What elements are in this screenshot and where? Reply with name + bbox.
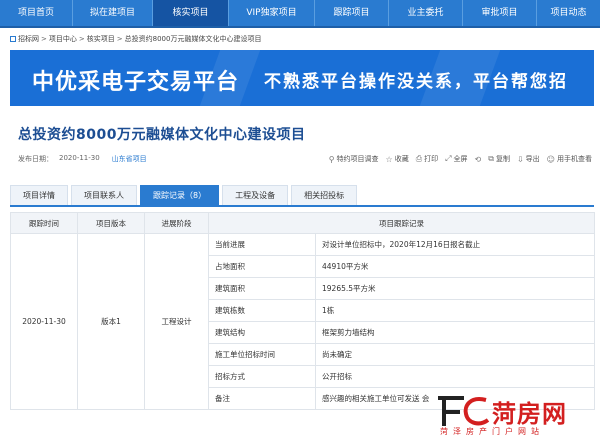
publish-date: 2020-11-30 bbox=[59, 154, 100, 162]
share-icon: ⟲ bbox=[474, 154, 482, 164]
nav-item-tracking[interactable]: 跟踪项目 bbox=[315, 0, 389, 26]
search-icon: ⚲ bbox=[328, 154, 335, 164]
tab-contacts[interactable]: 项目联系人 bbox=[71, 185, 137, 205]
tab-equipment[interactable]: 工程及设备 bbox=[222, 185, 289, 205]
record-label: 建筑结构 bbox=[208, 321, 316, 344]
record-value: 框架剪力墙结构 bbox=[315, 321, 595, 344]
tab-details[interactable]: 项目详情 bbox=[10, 185, 68, 205]
print-button[interactable]: ⎙ 打印 bbox=[416, 154, 438, 164]
fullscreen-button[interactable]: ⤢ 全屏 bbox=[445, 154, 467, 164]
nav-item-planned[interactable]: 拟在建项目 bbox=[73, 0, 153, 26]
breadcrumb-item-center[interactable]: 项目中心 bbox=[49, 34, 77, 44]
record-value: 19265.5平方米 bbox=[315, 277, 595, 300]
export-icon: ⇩ bbox=[516, 154, 524, 164]
cell-time: 2020-11-30 bbox=[10, 233, 78, 410]
watermark-brand: 菏房网 bbox=[492, 400, 567, 428]
detail-tabs: 项目详情 项目联系人 跟踪记录（8） 工程及设备 相关招投标 bbox=[10, 185, 594, 207]
record-value: 公开招标 bbox=[315, 365, 595, 388]
record-label: 占地面积 bbox=[208, 255, 316, 278]
breadcrumb-separator: > bbox=[41, 35, 47, 43]
nav-item-approval[interactable]: 审批项目 bbox=[463, 0, 537, 26]
nav-item-vip[interactable]: VIP独家项目 bbox=[229, 0, 315, 26]
breadcrumb: 招标网 > 项目中心 > 核实项目 > 总投资约8000万元融媒体文化中心建设项… bbox=[10, 33, 261, 45]
tab-tracking[interactable]: 跟踪记录（8） bbox=[140, 185, 220, 205]
favorite-button[interactable]: ☆ 收藏 bbox=[386, 154, 409, 164]
publish-date-label: 发布日期： bbox=[18, 155, 53, 163]
cell-stage: 工程设计 bbox=[144, 233, 209, 410]
record-value: 44910平方米 bbox=[315, 255, 595, 278]
page-title: 总投资约8000万元融媒体文化中心建设项目 bbox=[18, 127, 306, 143]
copy-button[interactable]: ⧉ 复制 bbox=[488, 154, 510, 164]
table-row: 2020-11-30 版本1 工程设计 当前进展 对设计单位招标中，2020年1… bbox=[10, 233, 595, 410]
table-header-row: 跟踪时间 项目版本 进展阶段 项目跟踪记录 bbox=[10, 212, 595, 234]
promo-banner[interactable]: 中优采电子交易平台 不熟悉平台操作没关系，平台帮您招 bbox=[10, 50, 594, 106]
header-time: 跟踪时间 bbox=[10, 212, 78, 234]
tracking-table: 跟踪时间 项目版本 进展阶段 项目跟踪记录 2020-11-30 版本1 工程设… bbox=[10, 212, 595, 410]
breadcrumb-separator: > bbox=[116, 35, 123, 43]
record-label: 施工单位招标时间 bbox=[208, 343, 316, 366]
print-icon: ⎙ bbox=[415, 154, 423, 163]
record-value: 对设计单位招标中，2020年12月16日报名截止 bbox=[315, 233, 595, 256]
record-value: 尚未确定 bbox=[315, 343, 595, 366]
site-watermark: 菏房网 菏泽房产门户网站 bbox=[434, 392, 596, 440]
watermark-tagline: 菏泽房产门户网站 bbox=[440, 427, 544, 436]
breadcrumb-item-current: 总投资约8000万元融媒体文化中心建设项目 bbox=[124, 35, 262, 43]
export-button[interactable]: ⇩ 导出 bbox=[517, 154, 540, 164]
record-label: 招标方式 bbox=[208, 365, 316, 388]
breadcrumb-item-verified[interactable]: 核实项目 bbox=[87, 34, 115, 44]
action-toolbar: ⚲ 特约项目调查 ☆ 收藏 ⎙ 打印 ⤢ 全屏 ⟲ ⧉ 复制 ⇩ 导出 ☺ 用手机查看 bbox=[329, 154, 592, 164]
region-link[interactable]: 山东省项目 bbox=[112, 154, 147, 164]
home-icon bbox=[10, 36, 16, 42]
copy-icon: ⧉ bbox=[488, 154, 494, 163]
banner-title: 中优采电子交易平台 bbox=[32, 70, 240, 95]
mobile-view-button[interactable]: ☺ 用手机查看 bbox=[547, 154, 592, 164]
record-label: 当前进展 bbox=[208, 233, 316, 256]
star-icon: ☆ bbox=[385, 154, 393, 164]
cell-version: 版本1 bbox=[77, 233, 145, 410]
user-icon: ☺ bbox=[546, 154, 555, 164]
header-version: 项目版本 bbox=[77, 212, 145, 234]
breadcrumb-separator: > bbox=[78, 35, 85, 43]
nav-item-verified[interactable]: 核实项目 bbox=[153, 0, 229, 26]
header-stage: 进展阶段 bbox=[144, 212, 209, 234]
nav-item-news[interactable]: 项目动态 bbox=[537, 0, 600, 26]
publish-meta: 发布日期： 2020-11-30 山东省项目 bbox=[18, 154, 147, 164]
record-label: 建筑栋数 bbox=[208, 299, 316, 322]
nav-item-owner[interactable]: 业主委托 bbox=[389, 0, 463, 26]
record-value: 1栋 bbox=[315, 299, 595, 322]
tab-bids[interactable]: 相关招投标 bbox=[291, 185, 358, 205]
top-nav: 项目首页 拟在建项目 核实项目 VIP独家项目 跟踪项目 业主委托 审批项目 项… bbox=[0, 0, 600, 28]
banner-slogan: 不熟悉平台操作没关系，平台帮您招 bbox=[264, 72, 568, 92]
record-label: 备注 bbox=[208, 387, 316, 410]
nav-item-home[interactable]: 项目首页 bbox=[0, 0, 73, 26]
header-records: 项目跟踪记录 bbox=[208, 212, 595, 234]
fullscreen-icon: ⤢ bbox=[445, 154, 452, 163]
survey-button[interactable]: ⚲ 特约项目调查 bbox=[329, 154, 379, 164]
breadcrumb-item-site[interactable]: 招标网 bbox=[18, 34, 39, 44]
share-button[interactable]: ⟲ bbox=[475, 154, 482, 164]
record-label: 建筑面积 bbox=[208, 277, 316, 300]
